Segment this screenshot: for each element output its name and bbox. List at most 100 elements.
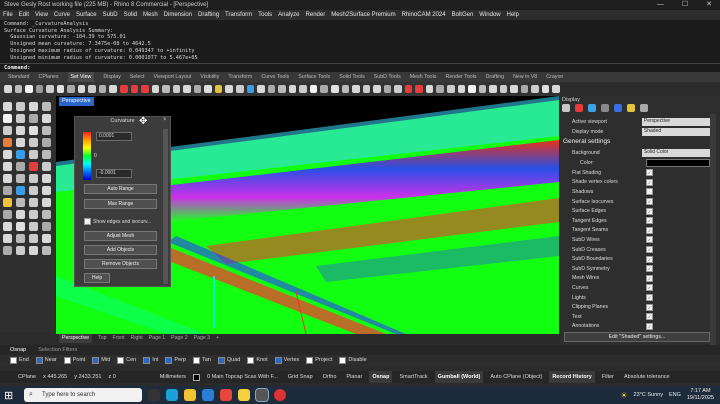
toolbar-tool-icon[interactable] bbox=[499, 85, 508, 93]
toolbar-tab-viewport-layout[interactable]: Viewport Layout bbox=[153, 72, 191, 82]
viewport-tab--[interactable]: + bbox=[216, 334, 219, 343]
toolbar-tab-surface-tools[interactable]: Surface Tools bbox=[298, 72, 330, 82]
palette-tool-icon[interactable] bbox=[16, 186, 25, 195]
palette-tool-icon[interactable] bbox=[42, 246, 51, 255]
toolbar-tool-icon[interactable] bbox=[204, 85, 212, 93]
osnap-checkbox[interactable] bbox=[35, 357, 43, 364]
menu-item-dimension[interactable]: Dimension bbox=[164, 10, 192, 20]
palette-tool-icon[interactable] bbox=[16, 162, 25, 171]
menu-item-file[interactable]: File bbox=[3, 10, 13, 20]
osnap-checkbox[interactable] bbox=[63, 357, 71, 364]
toolbar-tab-solid-tools[interactable]: Solid Tools bbox=[339, 72, 365, 82]
toolbar-tool-icon[interactable] bbox=[425, 85, 434, 93]
palette-tool-icon[interactable] bbox=[16, 222, 25, 231]
display-option-checkbox[interactable]: ✓ bbox=[646, 246, 653, 254]
palette-tool-icon[interactable] bbox=[3, 222, 12, 231]
toolbar-tool-icon[interactable] bbox=[468, 85, 476, 93]
osnap-project[interactable]: Project bbox=[306, 355, 332, 366]
palette-tool-icon[interactable] bbox=[16, 198, 25, 207]
display-option-checkbox[interactable] bbox=[646, 188, 653, 196]
status-toggle-filter[interactable]: Filter bbox=[599, 371, 617, 383]
viewport-tab-front[interactable]: Front bbox=[112, 334, 124, 343]
chrome-icon[interactable] bbox=[220, 389, 232, 401]
toolbar-tool-icon[interactable] bbox=[225, 85, 234, 93]
palette-tool-icon[interactable] bbox=[42, 114, 51, 123]
toolbar-tool-icon[interactable] bbox=[193, 85, 202, 93]
osnap-tab-osnap[interactable]: Osnap bbox=[10, 345, 26, 355]
taskbar-search-input[interactable]: ⌕ Type here to search bbox=[24, 388, 142, 402]
toolbar-tool-icon[interactable] bbox=[362, 85, 371, 93]
toolbar-tool-icon[interactable] bbox=[4, 85, 12, 93]
properties-icon[interactable] bbox=[562, 104, 570, 112]
osnap-perp[interactable]: Perp bbox=[165, 355, 186, 366]
toolbar-tool-icon[interactable] bbox=[25, 85, 33, 93]
toolbar-tool-icon[interactable] bbox=[120, 85, 128, 93]
osnap-checkbox[interactable] bbox=[165, 357, 173, 364]
menu-item-transform[interactable]: Transform bbox=[225, 10, 252, 20]
display-option-checkbox[interactable]: ✓ bbox=[646, 169, 653, 177]
palette-tool-icon[interactable] bbox=[3, 174, 12, 183]
palette-tool-icon[interactable] bbox=[29, 162, 38, 171]
display-option-checkbox[interactable]: ✓ bbox=[646, 284, 653, 292]
toolbar-tab-mesh-tools[interactable]: Mesh Tools bbox=[410, 72, 437, 82]
palette-tool-icon[interactable] bbox=[16, 246, 25, 255]
osnap-vertex[interactable]: Vertex bbox=[274, 355, 299, 366]
osnap-cen[interactable]: Cen bbox=[117, 355, 136, 366]
render-icon[interactable] bbox=[640, 104, 648, 112]
toolbar-tool-icon[interactable] bbox=[88, 85, 96, 93]
osnap-checkbox[interactable] bbox=[274, 357, 282, 364]
display-mode-dropdown[interactable]: Shaded bbox=[641, 128, 710, 136]
osnap-int[interactable]: Int bbox=[143, 355, 158, 366]
osnap-checkbox[interactable] bbox=[143, 357, 151, 364]
panel-scrollbar[interactable] bbox=[163, 129, 168, 284]
status-toggle-osnap[interactable]: Osnap bbox=[369, 371, 393, 383]
status-toggle-grid-snap[interactable]: Grid Snap bbox=[285, 371, 316, 383]
max-curvature-field[interactable]: 0.0001 bbox=[96, 132, 132, 141]
toolbar-tab-select[interactable]: Select bbox=[130, 72, 145, 82]
palette-tool-icon[interactable] bbox=[29, 186, 38, 195]
toolbar-tool-icon[interactable] bbox=[151, 85, 160, 93]
palette-tool-icon[interactable] bbox=[3, 198, 12, 207]
weather-icon[interactable]: ☀ bbox=[620, 391, 627, 400]
status-toggle-ortho[interactable]: Ortho bbox=[320, 371, 340, 383]
toolbar-tool-icon[interactable] bbox=[383, 85, 392, 93]
toolbar-tool-icon[interactable] bbox=[299, 85, 307, 93]
menu-item-mesh2surface-premium[interactable]: Mesh2Surface Premium bbox=[331, 10, 395, 20]
menu-item-analyze[interactable]: Analyze bbox=[278, 10, 299, 20]
osnap-checkbox[interactable] bbox=[117, 357, 125, 364]
toolbar-tool-icon[interactable] bbox=[352, 85, 360, 93]
toolbar-tool-icon[interactable] bbox=[520, 85, 529, 93]
display-option-checkbox[interactable]: ✓ bbox=[646, 226, 653, 234]
display-option-checkbox[interactable]: ✓ bbox=[646, 265, 653, 273]
background-color-swatch[interactable] bbox=[645, 159, 710, 167]
status-toggle-smarttrack[interactable]: SmartTrack bbox=[396, 371, 430, 383]
viewport-tab-page-2[interactable]: Page 2 bbox=[171, 334, 187, 343]
toolbar-tool-icon[interactable] bbox=[415, 85, 423, 93]
toolbar-tool-icon[interactable] bbox=[14, 85, 23, 93]
menu-item-solid[interactable]: Solid bbox=[124, 10, 137, 20]
palette-tool-icon[interactable] bbox=[3, 126, 12, 135]
menu-item-view[interactable]: View bbox=[35, 10, 48, 20]
display-option-checkbox[interactable]: ✓ bbox=[646, 255, 653, 263]
osnap-checkbox[interactable] bbox=[92, 357, 100, 364]
toolbar-tool-icon[interactable] bbox=[478, 85, 487, 93]
toolbar-tab-display[interactable]: Display bbox=[103, 72, 120, 82]
osnap-mid[interactable]: Mid bbox=[92, 355, 110, 366]
palette-tool-icon[interactable] bbox=[42, 162, 51, 171]
palette-tool-icon[interactable] bbox=[29, 198, 38, 207]
palette-tool-icon[interactable] bbox=[3, 162, 12, 171]
move-handle-icon[interactable]: ✥ bbox=[139, 117, 147, 127]
menu-item-edit[interactable]: Edit bbox=[19, 10, 29, 20]
osnap-checkbox[interactable] bbox=[247, 357, 255, 364]
min-curvature-field[interactable]: -0.0001 bbox=[96, 169, 132, 178]
palette-tool-icon[interactable] bbox=[16, 174, 25, 183]
weather-text[interactable]: 23°C Sunny bbox=[634, 392, 663, 398]
viewport-tab-right[interactable]: Right bbox=[131, 334, 143, 343]
help-button[interactable]: Help bbox=[84, 273, 110, 283]
close-icon[interactable]: × bbox=[163, 117, 167, 123]
palette-tool-icon[interactable] bbox=[42, 150, 51, 159]
display-option-checkbox[interactable]: ✓ bbox=[646, 207, 653, 215]
palette-tool-icon[interactable] bbox=[29, 222, 38, 231]
show-edges-checkbox[interactable] bbox=[84, 218, 91, 225]
maximize-button[interactable]: ☐ bbox=[682, 0, 688, 10]
